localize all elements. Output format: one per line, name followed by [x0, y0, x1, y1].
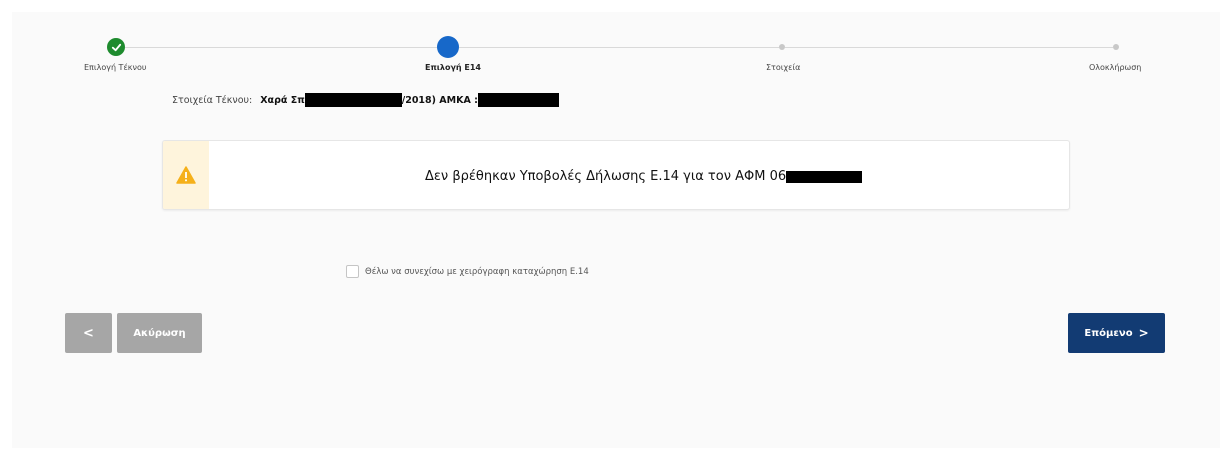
stepper-connector — [785, 47, 1113, 48]
warning-icon — [176, 166, 196, 184]
redaction-box — [786, 170, 863, 183]
next-button[interactable]: Επόμενο > — [1068, 313, 1165, 353]
no-submissions-alert: Δεν βρέθηκαν Υποβολές Δήλωσης Ε.14 για τ… — [162, 140, 1070, 210]
chevron-right-icon: > — [1138, 326, 1149, 340]
step-label-details: Στοιχεία — [766, 63, 801, 72]
step-active-indicator — [437, 36, 459, 58]
alert-message-row: Δεν βρέθηκαν Υποβολές Δήλωσης Ε.14 για τ… — [425, 169, 863, 184]
cancel-button[interactable]: Ακύρωση — [117, 313, 202, 353]
manual-entry-label[interactable]: Θέλω να συνεχίσω με χειρόγραφη καταχώρησ… — [365, 267, 589, 277]
step-label-completion: Ολοκλήρωση — [1089, 63, 1142, 72]
step-done-icon — [107, 38, 125, 56]
back-button[interactable]: < — [65, 313, 112, 353]
alert-icon-container — [163, 141, 209, 209]
step-pending-indicator — [1113, 44, 1119, 50]
manual-entry-checkbox[interactable] — [346, 265, 359, 278]
step-label-choose-child: Επιλογή Τέκνου — [84, 63, 147, 72]
next-button-label: Επόμενο — [1084, 327, 1133, 339]
stepper-connector — [459, 47, 779, 48]
stepper-connector — [125, 47, 437, 48]
redaction-box — [304, 93, 402, 107]
child-info: Στοιχεία Τέκνου: Χαρά Σπ /2018) ΑΜΚΑ : — [172, 93, 559, 107]
child-name-prefix: Χαρά Σπ — [260, 94, 305, 106]
step-pending-indicator — [779, 44, 785, 50]
chevron-left-icon: < — [83, 325, 94, 341]
alert-message: Δεν βρέθηκαν Υποβολές Δήλωσης Ε.14 για τ… — [425, 169, 787, 184]
child-name-suffix: /2018) ΑΜΚΑ : — [401, 94, 478, 106]
checkmark-icon — [111, 43, 121, 51]
wizard-panel — [12, 12, 1220, 448]
redaction-box — [477, 93, 559, 107]
child-info-label: Στοιχεία Τέκνου: — [172, 94, 253, 106]
manual-entry-option[interactable]: Θέλω να συνεχίσω με χειρόγραφη καταχώρησ… — [346, 265, 589, 278]
step-label-choose-e14: Επιλογή Ε14 — [425, 63, 481, 72]
